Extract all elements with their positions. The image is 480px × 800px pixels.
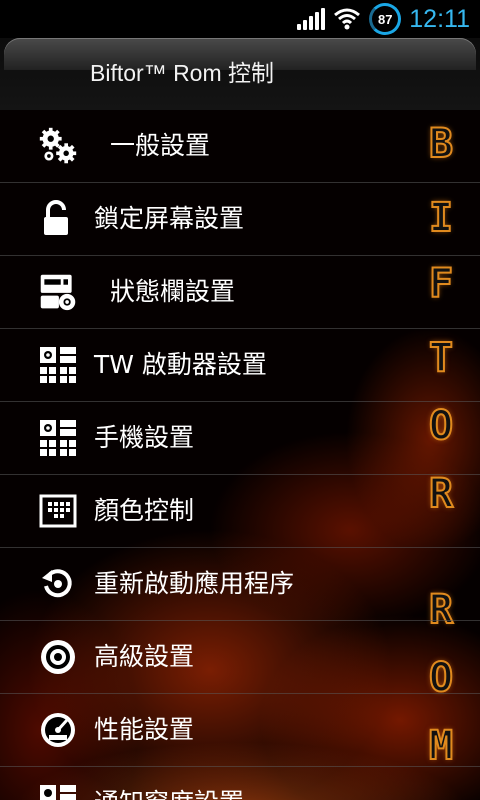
menu-item-lockscreen-settings[interactable]: 鎖定屏幕設置: [0, 183, 480, 256]
menu-item-launcher-settings[interactable]: TW 啟動器設置: [0, 329, 480, 402]
menu-item-label: 高級設置: [94, 642, 195, 671]
statusbar-settings-icon: [38, 272, 78, 312]
menu-item-statusbar-settings[interactable]: 狀態欄設置: [0, 256, 480, 329]
menu-item-advanced-settings[interactable]: 高級設置: [0, 621, 480, 694]
battery-icon: 87: [369, 3, 402, 35]
menu-item-label: 重新啟動應用程序: [94, 569, 295, 598]
launcher-grid-icon: [38, 345, 78, 385]
notification-grid-icon: [38, 783, 78, 800]
menu-item-label: 一般設置: [110, 131, 211, 160]
page-title: Biftor™ Rom 控制: [90, 60, 275, 86]
menu-list: B I F T O R R O M 一般設置 鎖定屏幕設置 狀態欄設置 TW 啟…: [0, 110, 480, 800]
performance-gauge-icon: [38, 710, 78, 750]
signal-icon: [297, 8, 326, 30]
status-icons: 87 12:11: [297, 3, 470, 35]
menu-item-label: 性能設置: [94, 715, 195, 744]
clock: 12:11: [409, 4, 470, 33]
lock-icon: [38, 199, 78, 239]
status-bar: 87 12:11: [0, 0, 480, 38]
menu-item-label: 鎖定屏幕設置: [94, 204, 245, 233]
color-palette-icon: [38, 491, 78, 531]
menu-item-restart-apps[interactable]: 重新啟動應用程序: [0, 548, 480, 621]
menu-item-phone-settings[interactable]: 手機設置: [0, 402, 480, 475]
menu-item-label: 通知窗席設置: [94, 767, 244, 800]
battery-level: 87: [378, 11, 393, 27]
menu-item-performance-settings[interactable]: 性能設置: [0, 694, 480, 767]
menu-item-notification-settings[interactable]: 通知窗席設置: [0, 767, 480, 800]
advanced-gear-icon: [38, 637, 78, 677]
restart-icon: [38, 564, 78, 604]
menu-item-general-settings[interactable]: 一般設置: [0, 110, 480, 183]
menu-item-label: 手機設置: [94, 423, 195, 452]
gears-icon: [38, 126, 78, 166]
menu-item-label: TW 啟動器設置: [94, 350, 267, 379]
title-bar: Biftor™ Rom 控制: [0, 38, 480, 110]
wifi-icon: [334, 8, 361, 30]
menu-item-label: 狀態欄設置: [110, 277, 236, 306]
phone-grid-icon: [38, 418, 78, 458]
menu-item-color-control[interactable]: 顏色控制: [0, 475, 480, 548]
menu-item-label: 顏色控制: [94, 496, 195, 525]
